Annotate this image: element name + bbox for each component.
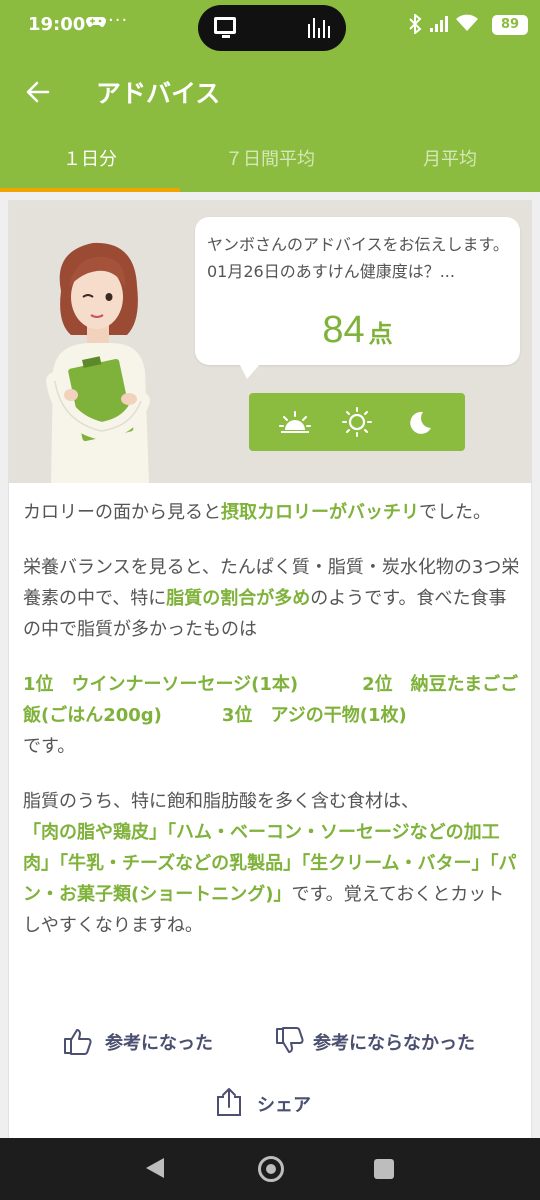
not-helpful-label: 参考にならなかった: [313, 1033, 475, 1054]
helpful-button[interactable]: 参考になった: [63, 1027, 233, 1057]
helpful-label: 参考になった: [105, 1033, 213, 1054]
rank-3: 3位 アジの干物(1枚): [221, 705, 407, 726]
audio-wave-icon: [308, 18, 332, 38]
status-time: 19:00: [28, 14, 86, 35]
battery-indicator: 89: [492, 15, 528, 35]
health-score: 84 点: [195, 309, 520, 352]
share-icon: [217, 1088, 241, 1116]
dynamic-island: [198, 5, 346, 51]
advisor-illustration: [46, 242, 150, 483]
nav-recents-icon[interactable]: [374, 1159, 394, 1179]
calorie-advice: カロリーの面から見ると摂取カロリーがバッチリでした。: [23, 502, 491, 523]
health-score-value: 84: [322, 309, 365, 351]
nav-back-icon[interactable]: [144, 1156, 166, 1180]
fat-ratio-highlight: 脂質の割合が多め: [166, 588, 311, 609]
meal-time-selector: [249, 393, 465, 451]
health-score-unit: 点: [368, 320, 393, 348]
thumbs-down-icon: [276, 1027, 304, 1053]
share-label: シェア: [257, 1095, 311, 1116]
moon-icon[interactable]: [403, 406, 435, 438]
system-nav-bar: [0, 1138, 540, 1200]
advice-speech-bubble: ヤンボさんのアドバイスをお伝えします。01月26日のあすけん健康度は？... 8…: [195, 217, 520, 379]
advice-intro-text: ヤンボさんのアドバイスをお伝えします。01月26日のあすけん健康度は？...: [207, 235, 509, 281]
calorie-highlight: 摂取カロリーがバッチリ: [221, 502, 419, 523]
share-button[interactable]: シェア: [215, 1087, 335, 1119]
cast-screen-icon: [214, 17, 236, 38]
more-notifications-icon: ···: [108, 10, 129, 31]
advice-card: ヤンボさんのアドバイスをお伝えします。01月26日のあすけん健康度は？... 8…: [8, 200, 532, 1140]
active-tab-indicator: [0, 188, 180, 192]
app-bar: アドバイス: [0, 56, 540, 128]
tab-daily[interactable]: １日分: [0, 128, 180, 192]
bluetooth-icon: [408, 12, 422, 38]
saturated-fat-advice: 脂質のうち、特に飽和脂肪酸を多く含む食材は、 「肉の脂や鶏皮」「ハム・ベーコン・ソ…: [23, 791, 517, 936]
sunrise-icon[interactable]: [279, 406, 311, 438]
period-tabs: １日分 ７日間平均 月平均: [0, 128, 540, 192]
high-fat-ranking: 1位 ウインナーソーセージ(1本) 2位 納豆たまごご飯(ごはん200g) 3位 ア…: [23, 674, 519, 757]
page-title: アドバイス: [96, 79, 221, 108]
tab-weekly-average[interactable]: ７日間平均: [180, 128, 360, 192]
sun-icon[interactable]: [341, 406, 373, 438]
tab-monthly-average[interactable]: 月平均: [360, 128, 540, 192]
nutrient-balance-advice: 栄養バランスを見ると、たんぱく質・脂質・炭水化物の3つ栄養素の中で、特に脂質の割…: [23, 557, 520, 640]
thumbs-up-icon: [64, 1029, 92, 1055]
advice-body: カロリーの面から見ると摂取カロリーがバッチリでした。 栄養バランスを見ると、たん…: [23, 497, 521, 965]
advisor-panel: ヤンボさんのアドバイスをお伝えします。01月26日のあすけん健康度は？... 8…: [9, 201, 531, 483]
gamepad-icon: [85, 14, 107, 35]
status-bar: 19:00 ··· 89: [0, 0, 540, 56]
nav-home-icon[interactable]: [258, 1156, 284, 1182]
rank-1: 1位 ウインナーソーセージ(1本): [23, 674, 299, 695]
back-arrow-icon[interactable]: [24, 78, 52, 106]
signal-icon: [430, 16, 450, 32]
not-helpful-button[interactable]: 参考にならなかった: [275, 1027, 505, 1057]
wifi-icon: [456, 14, 478, 32]
